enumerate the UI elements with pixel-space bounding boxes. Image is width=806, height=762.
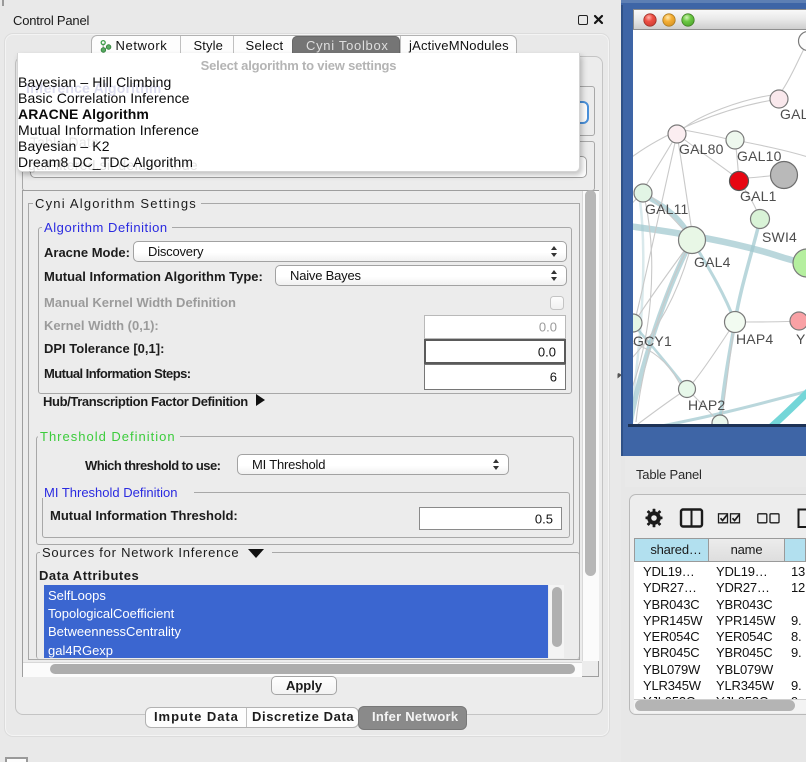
svg-text:GAL11: GAL11 <box>645 201 689 217</box>
svg-text:GAL80: GAL80 <box>679 141 724 157</box>
svg-text:GAL1: GAL1 <box>740 188 777 204</box>
svg-text:GAL4: GAL4 <box>694 254 731 270</box>
svg-text:HAP2: HAP2 <box>688 397 725 413</box>
svg-text:GCY1: GCY1 <box>633 333 672 349</box>
svg-text:SWI4: SWI4 <box>762 229 797 245</box>
svg-text:Y: Y <box>796 331 806 347</box>
svg-text:HAP4: HAP4 <box>736 331 773 347</box>
svg-text:GAL7: GAL7 <box>780 106 806 122</box>
svg-text:GAL10: GAL10 <box>737 148 782 164</box>
